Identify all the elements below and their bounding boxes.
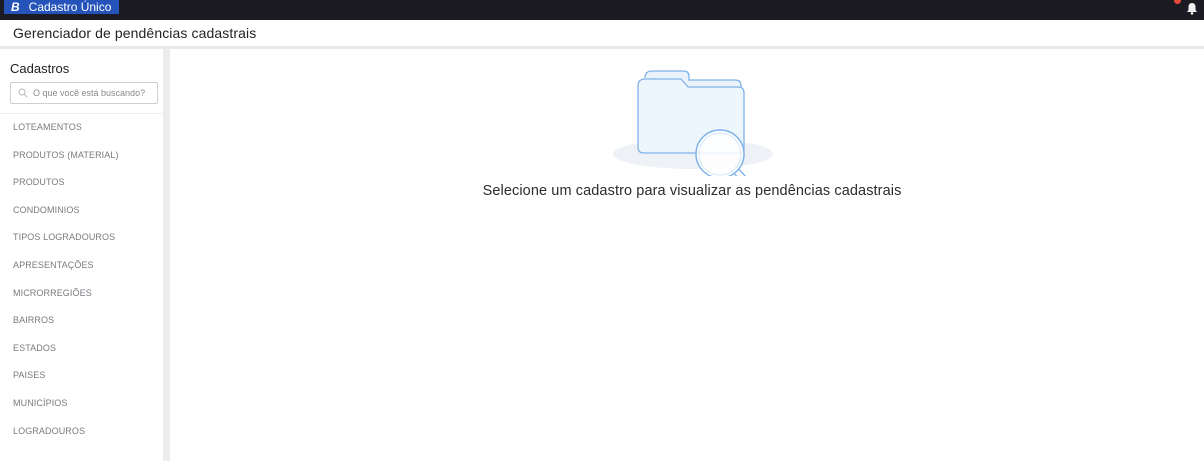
cadastros-list: LOTEAMENTOS PRODUTOS (MATERIAL) PRODUTOS…: [0, 114, 163, 445]
sidebar-item-produtos[interactable]: PRODUTOS: [0, 169, 163, 197]
sidebar-item-logradouros[interactable]: LOGRADOUROS: [0, 418, 163, 446]
sidebar-item-bairros[interactable]: BAIRROS: [0, 307, 163, 335]
search-box[interactable]: [10, 82, 158, 104]
top-bar: B Cadastro Único: [0, 0, 1204, 20]
search-input[interactable]: [33, 88, 153, 98]
notification-badge: [1174, 0, 1181, 4]
empty-state-message: Selecione um cadastro para visualizar as…: [482, 183, 902, 199]
sidebar-item-paises[interactable]: PAISES: [0, 362, 163, 390]
folder-search-icon: [613, 70, 773, 176]
sidebar-item-microrregioes[interactable]: MICRORREGIÕES: [0, 280, 163, 308]
sidebar-item-produtos-material[interactable]: PRODUTOS (MATERIAL): [0, 142, 163, 170]
page-title: Gerenciador de pendências cadastrais: [13, 25, 257, 41]
sidebar-item-municipios[interactable]: MUNICÍPIOS: [0, 390, 163, 418]
sidebar-title: Cadastros: [10, 61, 70, 76]
bell-icon[interactable]: [1184, 1, 1200, 15]
sidebar-item-tipos-logradouros[interactable]: TIPOS LOGRADOUROS: [0, 224, 163, 252]
sidebar-item-apresentacoes[interactable]: APRESENTAÇÕES: [0, 252, 163, 280]
app-title: Cadastro Único: [28, 0, 112, 14]
sidebar-item-condominios[interactable]: CONDOMINIOS: [0, 197, 163, 225]
search-icon: [18, 88, 28, 98]
sidebar: Cadastros LOTEAMENTOS PRODUTOS (MATERIAL…: [0, 49, 170, 461]
empty-state: Selecione um cadastro para visualizar as…: [170, 49, 1204, 461]
sidebar-item-estados[interactable]: ESTADOS: [0, 335, 163, 363]
app-brand[interactable]: B Cadastro Único: [4, 0, 120, 14]
page-header: Gerenciador de pendências cadastrais: [0, 20, 1204, 49]
app-logo: B: [11, 0, 20, 14]
sidebar-item-loteamentos[interactable]: LOTEAMENTOS: [0, 114, 163, 142]
